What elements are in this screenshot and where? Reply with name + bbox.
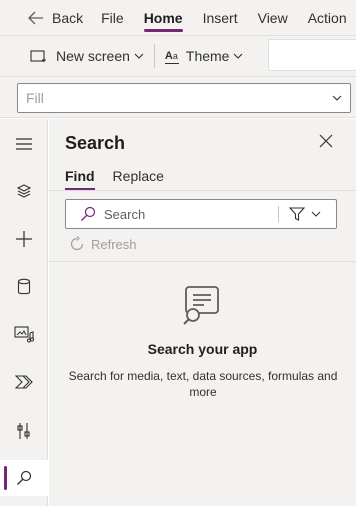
new-screen-icon bbox=[30, 50, 46, 62]
refresh-icon bbox=[70, 236, 84, 251]
close-button[interactable] bbox=[319, 134, 333, 153]
menu-bar: Back File Home Insert View Action bbox=[0, 0, 356, 36]
layers-icon bbox=[16, 184, 32, 198]
pane-tabs: Find Replace bbox=[65, 168, 182, 190]
empty-state-description: Search for media, text, data sources, fo… bbox=[68, 369, 338, 399]
menu-file[interactable]: File bbox=[101, 0, 124, 36]
theme-button[interactable]: Aa Theme bbox=[164, 36, 244, 76]
back-button[interactable]: Back bbox=[28, 0, 83, 36]
rail-insert[interactable] bbox=[0, 221, 48, 257]
close-icon bbox=[319, 134, 333, 148]
rail-tree-view[interactable] bbox=[0, 173, 48, 209]
search-icon bbox=[80, 206, 96, 222]
theme-label: Theme bbox=[185, 48, 230, 64]
tabs-divider bbox=[49, 190, 356, 191]
theme-icon: Aa bbox=[164, 50, 179, 64]
toolbar-field[interactable] bbox=[268, 39, 356, 71]
chevron-down-icon bbox=[234, 53, 243, 59]
search-pane: Search Find Replace Search Refresh Searc… bbox=[49, 119, 356, 506]
rail-search[interactable] bbox=[0, 460, 48, 496]
menu-insert[interactable]: Insert bbox=[203, 0, 238, 36]
search-icon bbox=[17, 470, 32, 485]
new-screen-label: New screen bbox=[56, 48, 130, 64]
back-label: Back bbox=[52, 9, 84, 26]
filter-button[interactable] bbox=[289, 207, 321, 221]
refresh-button[interactable]: Refresh bbox=[69, 236, 137, 252]
tab-replace[interactable]: Replace bbox=[113, 168, 164, 190]
tools-icon bbox=[17, 423, 30, 439]
rail-menu[interactable] bbox=[0, 126, 48, 162]
chevron-down-icon bbox=[332, 95, 342, 101]
rail-power-automate[interactable] bbox=[0, 364, 48, 400]
rail-advanced-tools[interactable] bbox=[0, 413, 48, 449]
filter-icon bbox=[289, 207, 305, 221]
menu-view[interactable]: View bbox=[258, 0, 288, 36]
toolbar: New screen Aa Theme bbox=[0, 36, 356, 76]
menu-home[interactable]: Home bbox=[143, 0, 183, 36]
database-icon bbox=[17, 278, 31, 295]
toolbar-divider bbox=[153, 44, 155, 68]
arrow-left-icon bbox=[28, 11, 43, 24]
property-dropdown[interactable]: Fill bbox=[17, 83, 351, 113]
new-screen-button[interactable]: New screen bbox=[30, 36, 144, 76]
chevron-down-icon bbox=[311, 211, 321, 217]
property-selected: Fill bbox=[26, 90, 44, 106]
refresh-label: Refresh bbox=[91, 236, 137, 252]
search-document-icon bbox=[180, 285, 224, 330]
plus-icon bbox=[16, 231, 32, 247]
rail-media[interactable] bbox=[0, 316, 48, 352]
search-input[interactable] bbox=[104, 206, 264, 222]
search-box bbox=[65, 199, 337, 229]
pane-divider bbox=[49, 261, 356, 262]
power-automate-icon bbox=[15, 375, 33, 389]
search-divider bbox=[278, 206, 279, 222]
tab-find[interactable]: Find bbox=[65, 168, 95, 190]
chevron-down-icon bbox=[134, 53, 144, 59]
pane-title: Search bbox=[65, 133, 126, 153]
hamburger-icon bbox=[16, 138, 32, 150]
rail-data[interactable] bbox=[0, 269, 48, 305]
media-icon bbox=[14, 326, 34, 343]
property-bar: Fill bbox=[0, 76, 356, 118]
empty-state-title: Search your app bbox=[147, 341, 258, 357]
menu-action[interactable]: Action bbox=[308, 0, 347, 36]
left-rail bbox=[0, 119, 48, 506]
